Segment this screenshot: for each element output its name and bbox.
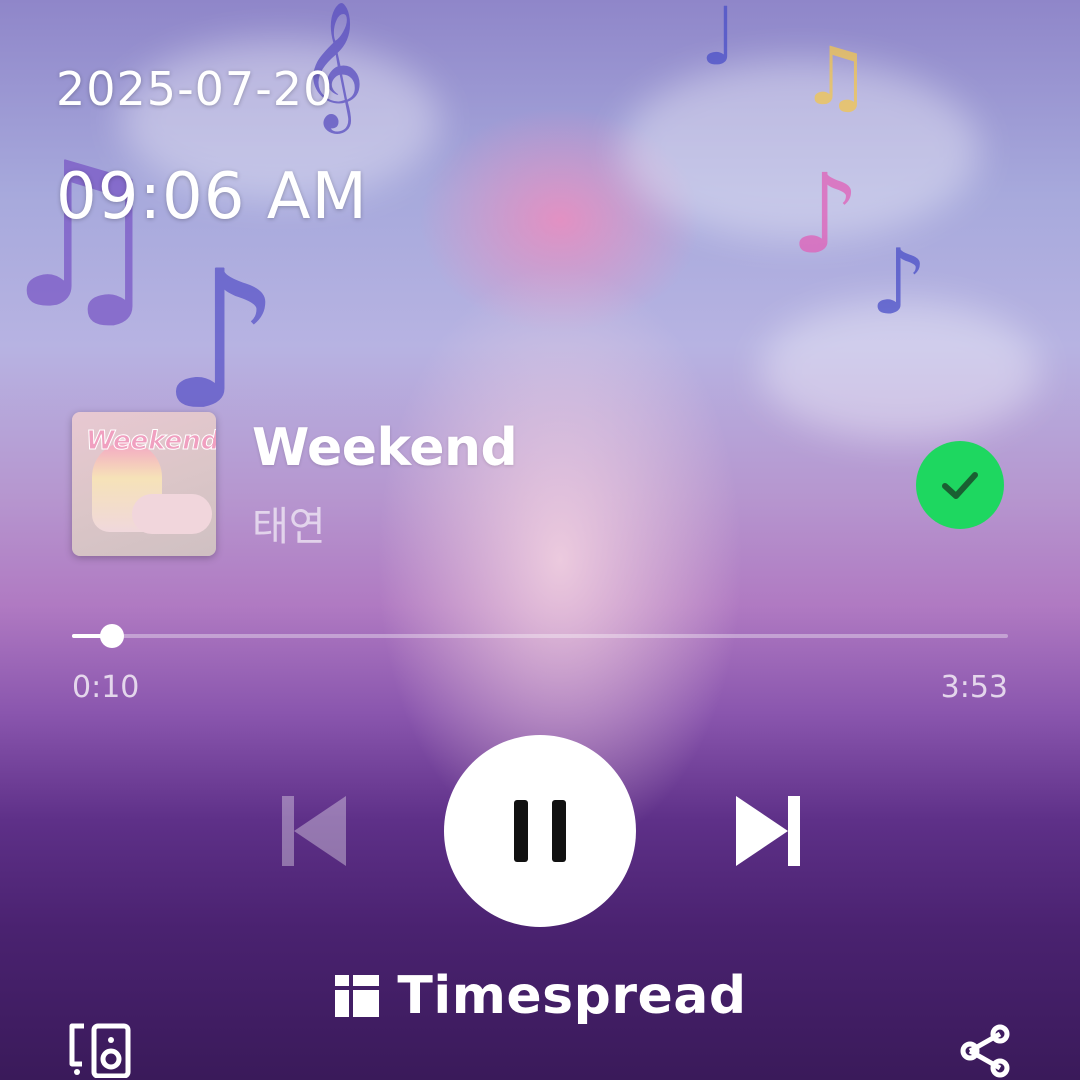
check-icon xyxy=(942,472,978,499)
time-label: 09:06 AM xyxy=(56,160,368,234)
elapsed-time: 0:10 xyxy=(72,670,140,705)
music-note-decoration: ♫ xyxy=(0,120,170,353)
music-note-decoration: ♪ xyxy=(790,150,861,278)
brand-name: Timespread xyxy=(397,966,747,1026)
music-note-decoration: ♪ xyxy=(870,230,928,335)
skip-next-icon xyxy=(736,796,800,866)
brand-logo: Timespread xyxy=(0,966,1080,1026)
track-artist[interactable]: 태연 xyxy=(252,494,326,552)
date-label: 2025-07-20 xyxy=(56,62,334,116)
speaker-device-icon xyxy=(69,1023,131,1079)
music-note-decoration: ♫ xyxy=(800,30,872,123)
share-icon xyxy=(960,1024,1010,1078)
pause-icon xyxy=(514,800,566,862)
devices-button[interactable] xyxy=(68,1022,132,1079)
music-note-decoration: ♩ xyxy=(700,0,738,83)
timespread-logo-icon xyxy=(335,975,380,1017)
total-time: 3:53 xyxy=(940,670,1008,705)
skip-previous-icon xyxy=(282,796,346,866)
share-button[interactable] xyxy=(958,1024,1012,1078)
next-button[interactable] xyxy=(732,794,802,868)
previous-button[interactable] xyxy=(280,794,350,868)
album-art-title: Weekend xyxy=(85,426,216,457)
progress-bar[interactable] xyxy=(72,624,1008,648)
pause-button[interactable] xyxy=(444,735,636,927)
liked-check-button[interactable] xyxy=(916,441,1004,529)
album-art[interactable]: Weekend xyxy=(72,412,216,556)
track-title[interactable]: Weekend xyxy=(252,418,518,478)
